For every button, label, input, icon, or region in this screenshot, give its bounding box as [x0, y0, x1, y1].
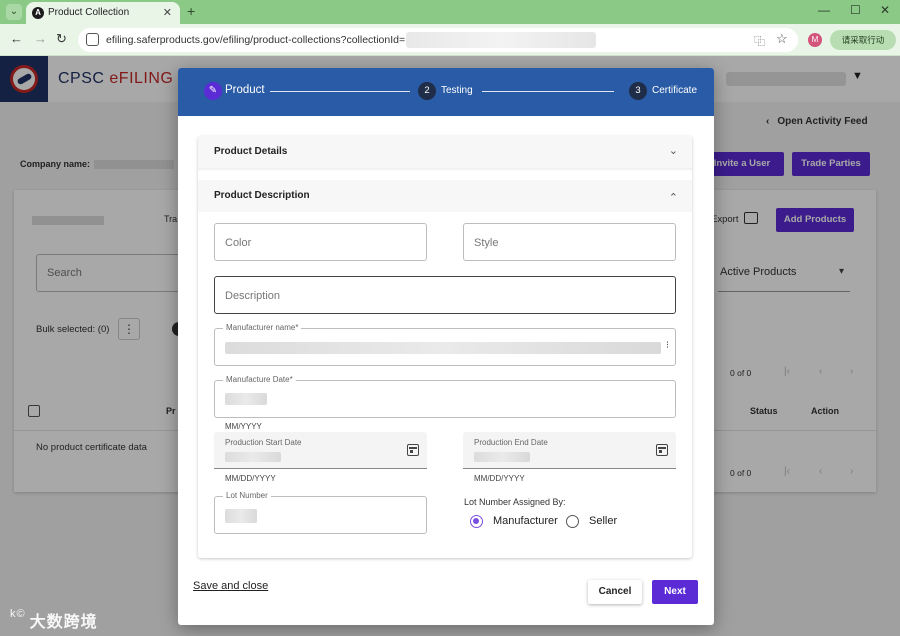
step-certificate-number[interactable]: 3 — [629, 82, 647, 100]
window-close-icon[interactable]: ✕ — [880, 3, 890, 17]
step-testing-label: Testing — [441, 85, 473, 96]
production-end-helper: MM/DD/YYYY — [474, 474, 525, 483]
new-tab-icon[interactable]: + — [187, 3, 195, 19]
url-text: efiling.saferproducts.gov/efiling/produc… — [106, 34, 406, 46]
color-placeholder: Color — [225, 237, 252, 249]
manufacture-date-redacted — [225, 393, 267, 405]
accordion-title: Product Details — [214, 146, 288, 157]
url-redacted — [406, 32, 596, 48]
manufacture-date-input[interactable]: Manufacture Date* — [214, 375, 676, 418]
manufacturer-name-redacted — [225, 342, 661, 354]
production-start-date-input[interactable]: Production Start Date — [214, 432, 427, 469]
manufacture-date-helper: MM/YYYY — [225, 422, 262, 431]
watermark-logo: k© 大数跨境 — [10, 608, 98, 631]
stepper: ✎ Product 2 Testing 3 Certificate — [178, 68, 714, 116]
site-info-icon[interactable] — [86, 33, 99, 46]
radio-seller[interactable] — [566, 515, 579, 528]
forward-icon[interactable]: → — [34, 31, 47, 46]
cancel-button[interactable]: Cancel — [588, 580, 642, 604]
profile-avatar[interactable]: M — [808, 33, 822, 47]
tab-close-icon[interactable]: ✕ — [163, 6, 172, 19]
production-start-label: Production Start Date — [225, 438, 302, 447]
tab-search-icon[interactable]: ⌄ — [6, 4, 22, 20]
description-placeholder: Description — [225, 290, 281, 302]
lot-number-redacted — [225, 509, 257, 523]
address-bar: ← → ↻ efiling.saferproducts.gov/efiling/… — [0, 24, 900, 56]
lot-assigned-label: Lot Number Assigned By: — [464, 497, 566, 507]
step-testing-number[interactable]: 2 — [418, 82, 436, 100]
next-button[interactable]: Next — [652, 580, 698, 604]
reload-icon[interactable]: ↻ — [56, 31, 67, 47]
manufacturer-name-select[interactable]: Manufacturer name* ⁝ — [214, 323, 676, 366]
step-product-edit-icon[interactable]: ✎ — [204, 82, 222, 100]
production-end-redacted — [474, 452, 530, 462]
description-input[interactable]: Description — [214, 276, 676, 314]
production-end-date-input[interactable]: Production End Date — [463, 432, 676, 469]
step-certificate-label: Certificate — [652, 85, 698, 96]
accordion-title: Product Description — [214, 190, 310, 201]
step-connector — [482, 91, 614, 92]
calendar-icon[interactable] — [656, 444, 668, 456]
manufacture-date-label: Manufacture Date* — [223, 375, 296, 384]
chevron-down-icon[interactable]: ⌄ — [669, 144, 678, 157]
manufacturer-name-label: Manufacturer name* — [223, 323, 302, 332]
radio-manufacturer-label[interactable]: Manufacturer — [493, 515, 558, 527]
product-form-panel: Product Details ⌄ Product Description ⌃ … — [198, 136, 692, 558]
style-placeholder: Style — [474, 237, 499, 249]
back-icon[interactable]: ← — [10, 31, 23, 46]
calendar-icon[interactable] — [407, 444, 419, 456]
translate-icon[interactable]: ⿻ — [754, 33, 765, 49]
production-start-redacted — [225, 452, 281, 462]
step-connector — [270, 91, 410, 92]
step-product-label: Product — [225, 84, 265, 96]
tab-title: Product Collection — [48, 7, 130, 18]
dropdown-icon[interactable]: ⁝ — [666, 340, 669, 351]
browser-tab-strip: ⌄ A Product Collection ✕ + — ☐ ✕ — [0, 0, 900, 24]
accordion-separator — [198, 168, 692, 178]
radio-manufacturer[interactable] — [470, 515, 483, 528]
minimize-icon[interactable]: — — [818, 3, 830, 17]
lot-number-input[interactable]: Lot Number — [214, 491, 427, 534]
maximize-icon[interactable]: ☐ — [850, 3, 861, 17]
radio-seller-label[interactable]: Seller — [589, 515, 617, 527]
accordion-product-details[interactable]: Product Details ⌄ — [198, 136, 692, 168]
browser-tab[interactable]: A Product Collection ✕ — [26, 2, 180, 24]
add-product-dialog: ✎ Product 2 Testing 3 Certificate Produc… — [178, 68, 714, 625]
style-input[interactable]: Style — [463, 223, 676, 261]
bookmark-star-icon[interactable]: ☆ — [776, 31, 788, 47]
lot-number-label: Lot Number — [223, 491, 271, 500]
angular-favicon-icon: A — [32, 7, 44, 19]
production-start-helper: MM/DD/YYYY — [225, 474, 276, 483]
save-and-close-link[interactable]: Save and close — [193, 580, 268, 592]
color-input[interactable]: Color — [214, 223, 427, 261]
chevron-up-icon[interactable]: ⌃ — [669, 191, 678, 204]
translate-action-button[interactable]: 请采取行动 — [830, 30, 896, 50]
url-input[interactable]: efiling.saferproducts.gov/efiling/produc… — [78, 28, 798, 52]
production-end-label: Production End Date — [474, 438, 548, 447]
accordion-product-description[interactable]: Product Description ⌃ — [198, 180, 692, 212]
